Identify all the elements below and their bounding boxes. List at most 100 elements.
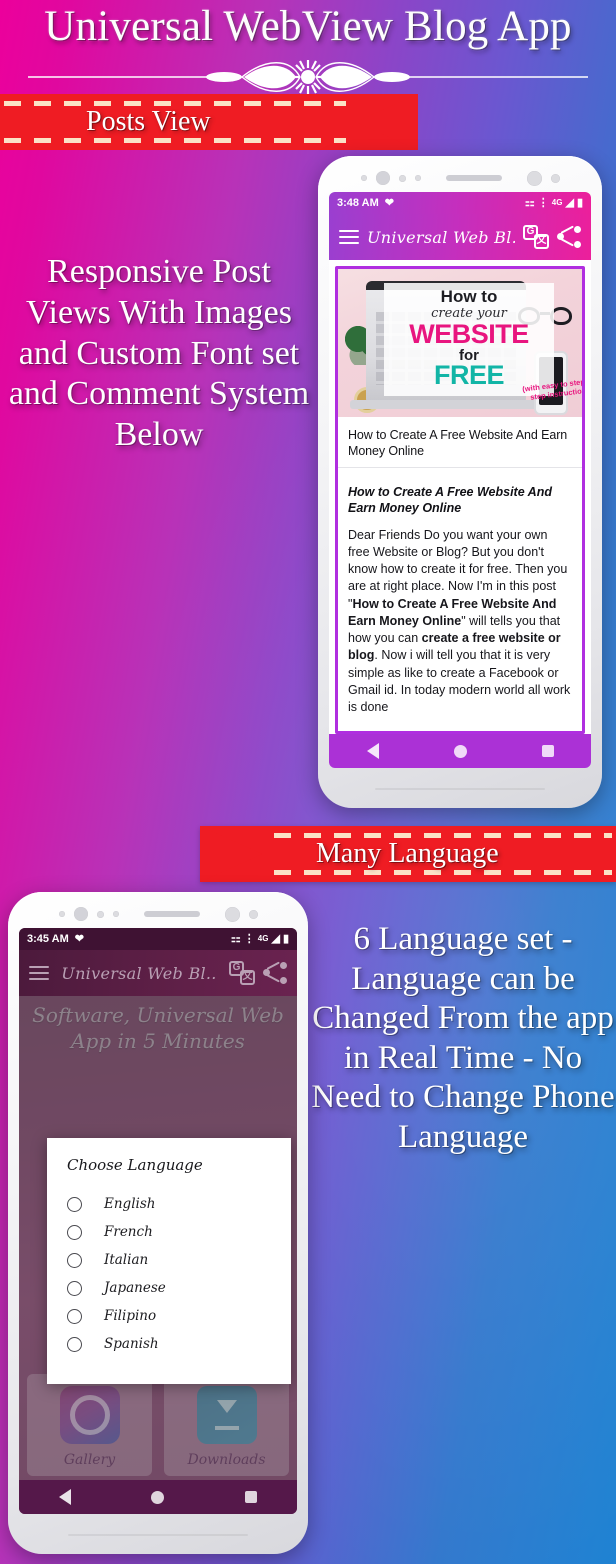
post-card: How to create your WEBSITE for FREE (wit… <box>335 266 585 734</box>
language-option-italian[interactable]: Italian <box>47 1246 291 1274</box>
pitch-text-right: 6 Language set - Language can be Changed… <box>311 921 615 1155</box>
radio-button-icon[interactable] <box>67 1336 82 1352</box>
image-text-line1: How to <box>440 287 498 306</box>
sensor-dot-icon <box>96 910 104 918</box>
banner-posts-view: Posts View <box>0 94 418 150</box>
phone-chin <box>8 1526 308 1544</box>
sensor-dot-icon <box>112 911 119 917</box>
hamburger-menu-icon[interactable] <box>339 230 359 244</box>
phone-mockup-language: 3:45 AM ❤ ⚏ ⋮ 4G ◢ ▮ Universal Web Bl.. … <box>8 892 308 1554</box>
post-image-text: How to create your WEBSITE for FREE (wit… <box>384 283 582 402</box>
language-option-english[interactable]: English <box>47 1190 291 1218</box>
phone-sensor-strip <box>318 169 602 187</box>
status-time: 3:48 AM <box>337 197 379 209</box>
cast-icon: ⚏ <box>230 932 241 945</box>
banner-many-language: Many Language <box>200 826 616 882</box>
signal-icon: ◢ <box>271 932 280 945</box>
app-bar-title: Universal Web Bl.. <box>367 227 515 247</box>
promo-poster: Universal WebView Blog App Posts View Re… <box>0 0 616 1564</box>
banner-posts-view-label: Posts View <box>86 106 211 137</box>
post-title[interactable]: How to Create A Free Website And Earn Mo… <box>338 417 582 468</box>
dimmed-background-content: Software, Universal Web App in 5 Minutes… <box>19 996 297 1480</box>
heart-icon: ❤ <box>384 196 394 209</box>
sensor-dot-icon <box>360 175 367 181</box>
status-bar: 3:45 AM ❤ ⚏ ⋮ 4G ◢ ▮ <box>19 928 297 950</box>
status-time: 3:45 AM <box>27 933 69 945</box>
app-bar: Universal Web Bl.. G文 <box>19 950 297 996</box>
back-triangle-icon[interactable] <box>366 743 379 759</box>
page-title: Universal WebView Blog App <box>44 3 572 50</box>
language-option-label: English <box>104 1196 156 1212</box>
status-bar: 3:48 AM ❤ ⚏ ⋮ 4G ◢ ▮ <box>329 192 591 214</box>
translate-icon[interactable]: G文 <box>229 961 255 985</box>
front-camera-icon <box>375 171 390 185</box>
radio-button-icon[interactable] <box>67 1196 82 1212</box>
cast-icon: ⚏ <box>524 196 535 209</box>
front-camera-icon <box>73 907 88 921</box>
language-option-list: English French Italian Japanese Filipino Span… <box>47 1190 291 1358</box>
radio-button-icon[interactable] <box>67 1280 82 1296</box>
recents-square-icon[interactable] <box>541 745 554 757</box>
language-option-filipino[interactable]: Filipino <box>47 1302 291 1330</box>
status-bar-left: 3:45 AM ❤ <box>27 933 84 945</box>
sensor-dot-icon <box>224 906 240 922</box>
banner-many-language-label: Many Language <box>316 838 499 869</box>
radio-button-icon[interactable] <box>67 1224 82 1240</box>
recents-square-icon[interactable] <box>244 1491 257 1503</box>
phone-screen-posts: 3:48 AM ❤ ⚏ ⋮ 4G ◢ ▮ Universal Web Bl.. … <box>329 192 591 768</box>
language-option-label: Spanish <box>104 1336 159 1352</box>
home-circle-icon[interactable] <box>151 1490 165 1504</box>
network-type-label: 4G <box>551 198 563 207</box>
translate-icon[interactable]: G文 <box>523 225 549 249</box>
share-icon[interactable] <box>263 961 287 984</box>
phone-mockup-posts: 3:48 AM ❤ ⚏ ⋮ 4G ◢ ▮ Universal Web Bl.. … <box>318 156 602 808</box>
status-bar-left: 3:48 AM ❤ <box>337 197 394 209</box>
earpiece-speaker <box>143 911 200 917</box>
language-option-label: Japanese <box>104 1280 166 1296</box>
post-featured-image: How to create your WEBSITE for FREE (wit… <box>338 269 582 417</box>
dialog-title: Choose Language <box>67 1156 203 1174</box>
sensor-dot-icon <box>414 175 421 181</box>
vibrate-icon: ⋮ <box>243 932 255 945</box>
app-bar: Universal Web Bl.. G文 <box>329 214 591 260</box>
language-option-label: French <box>104 1224 153 1240</box>
post-body: Dear Friends Do you want your own free W… <box>338 521 582 717</box>
network-type-label: 4G <box>257 934 269 943</box>
heart-icon: ❤ <box>74 932 84 945</box>
sensor-dot-icon <box>58 911 65 917</box>
android-nav-bar <box>19 1480 297 1514</box>
post-heading: How to Create A Free Website And Earn Mo… <box>348 485 552 516</box>
sensor-dot-icon <box>526 170 542 186</box>
post-body-text: . Now i will tell you that it is very si… <box>348 648 571 714</box>
vibrate-icon: ⋮ <box>537 196 549 209</box>
radio-button-icon[interactable] <box>67 1252 82 1268</box>
language-option-label: Filipino <box>104 1308 157 1324</box>
battery-icon: ▮ <box>282 932 289 945</box>
image-text-line3: WEBSITE <box>409 319 529 349</box>
post-content-area[interactable]: How to create your WEBSITE for FREE (wit… <box>329 260 591 734</box>
share-icon[interactable] <box>557 225 581 248</box>
ornament-divider-icon <box>28 60 588 94</box>
back-triangle-icon[interactable] <box>59 1489 72 1505</box>
home-circle-icon[interactable] <box>453 744 467 758</box>
sensor-dot-icon <box>550 173 560 183</box>
status-bar-right: ⚏ ⋮ 4G ◢ ▮ <box>524 196 583 209</box>
status-bar-right: ⚏ ⋮ 4G ◢ ▮ <box>230 932 289 945</box>
language-option-french[interactable]: French <box>47 1218 291 1246</box>
language-option-spanish[interactable]: Spanish <box>47 1330 291 1358</box>
hamburger-menu-icon[interactable] <box>29 966 49 980</box>
language-option-japanese[interactable]: Japanese <box>47 1274 291 1302</box>
pitch-text-left: Responsive Post Views With Images and Cu… <box>8 253 310 454</box>
sensor-dot-icon <box>248 909 258 919</box>
earpiece-speaker <box>445 175 502 181</box>
phone-sensor-strip <box>8 905 308 923</box>
android-nav-bar <box>329 734 591 768</box>
language-option-label: Italian <box>104 1252 149 1268</box>
choose-language-dialog: Choose Language English French Italian Japa… <box>47 1138 291 1384</box>
radio-button-icon[interactable] <box>67 1308 82 1324</box>
phone-chin <box>318 780 602 798</box>
app-bar-title: Universal Web Bl.. <box>61 963 217 983</box>
battery-icon: ▮ <box>576 196 583 209</box>
sensor-dot-icon <box>398 174 406 182</box>
signal-icon: ◢ <box>565 196 574 209</box>
